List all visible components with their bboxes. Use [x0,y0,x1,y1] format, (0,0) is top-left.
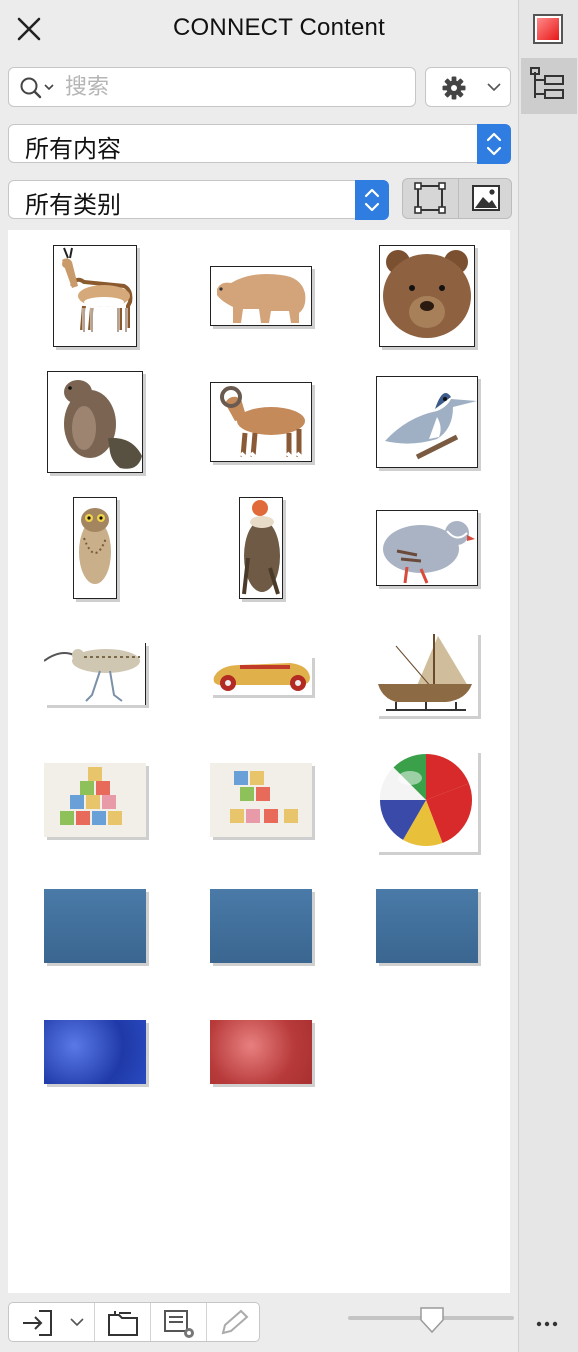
thumbnail-blue-texture-3[interactable] [376,889,478,963]
more-icon[interactable] [533,1310,567,1338]
zoom-slider-thumb[interactable] [419,1306,445,1339]
content-grid [8,230,510,1293]
thumbnail-blue-marble[interactable] [44,1020,146,1084]
frame-view-icon[interactable] [403,179,458,218]
panel-title: CONNECT Content [173,14,385,41]
thumbnail-blue-texture-1[interactable] [44,889,146,963]
thumbnail-curlew[interactable] [43,643,146,705]
updown-arrows-icon [355,180,389,220]
import-icon[interactable] [9,1303,95,1341]
title-bar: CONNECT Content [0,0,518,60]
pencil-icon[interactable] [207,1303,259,1341]
bottom-toolbar [8,1302,260,1342]
thumbnail-blocks-2[interactable] [210,763,312,837]
search-icon[interactable] [19,76,59,105]
close-icon[interactable] [14,14,44,44]
connect-content-panel: CONNECT Content 搜索 所有内容 所有类别 [0,0,518,1352]
tree-view-icon[interactable] [521,58,577,114]
thumbnail-red-marble[interactable] [210,1020,312,1084]
content-filter-select[interactable]: 所有内容 [8,124,511,164]
gear-icon [442,76,501,100]
chevron-down-icon [70,1318,84,1327]
thumbnail-kingfisher[interactable] [376,376,478,468]
category-filter-value: 所有类别 [25,191,121,219]
thumbnail-bear-head[interactable] [379,245,475,347]
thumbnail-blue-texture-2[interactable] [210,889,312,963]
content-filter-value: 所有内容 [25,135,121,163]
thumbnail-vulture[interactable] [239,497,283,599]
updown-arrows-icon [477,124,511,164]
category-filter-select[interactable]: 所有类别 [8,180,389,220]
side-rail [518,0,578,1352]
thumbnail-ram[interactable] [210,382,312,462]
view-mode-toggle [402,178,512,219]
folder-browse-icon[interactable] [95,1303,151,1341]
thumbnail-blocks-1[interactable] [44,763,146,837]
image-view-icon[interactable] [458,179,513,218]
thumbnail-beach-ball[interactable] [376,750,478,852]
thumbnail-antelope[interactable] [53,245,137,347]
chevron-down-icon [487,83,501,92]
tray-settings-icon[interactable] [151,1303,207,1341]
thumbnail-partridge[interactable] [376,510,478,586]
search-input[interactable] [65,72,405,102]
thumbnail-owl[interactable] [73,497,117,599]
thumbnail-bear[interactable] [210,266,312,326]
thumbnail-beaver[interactable] [47,371,143,473]
thumbnail-sailboat[interactable] [376,632,478,716]
settings-button[interactable] [425,67,511,107]
color-swatch-icon[interactable] [533,14,563,44]
search-box[interactable] [8,67,416,107]
thumbnail-race-car[interactable] [210,655,312,695]
